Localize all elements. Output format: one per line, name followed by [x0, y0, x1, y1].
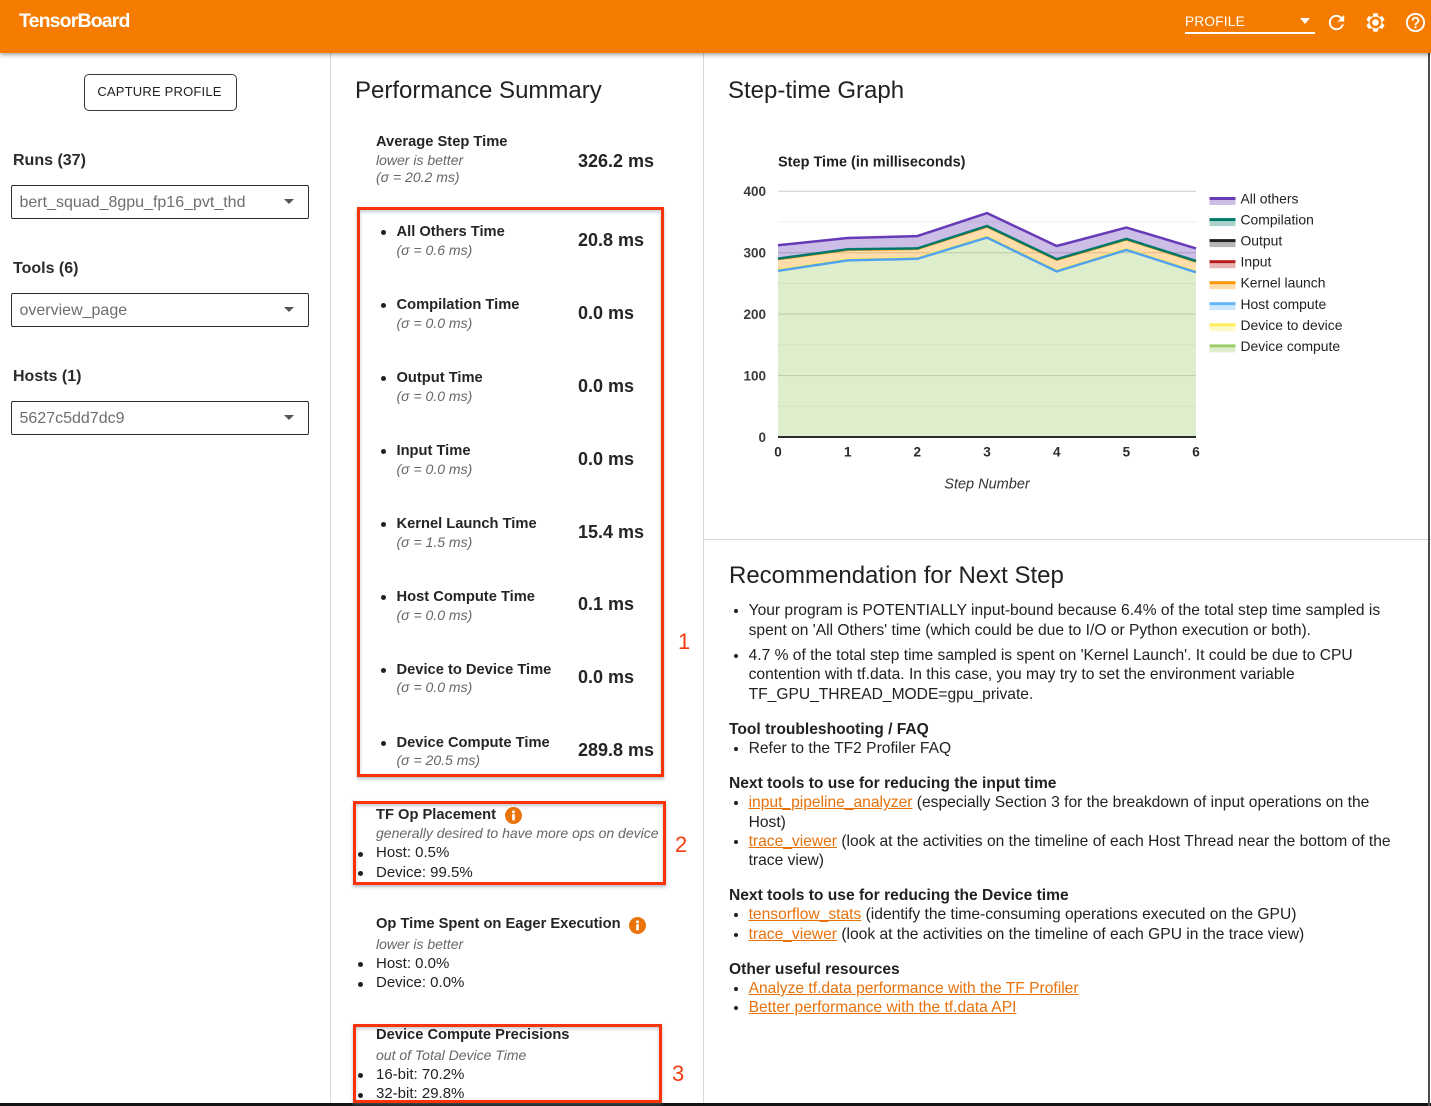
svg-text:3: 3 [983, 445, 991, 460]
svg-text:All others: All others [1241, 191, 1299, 207]
svg-text:200: 200 [743, 307, 766, 322]
svg-text:4: 4 [1053, 445, 1061, 460]
svg-text:0: 0 [774, 445, 782, 460]
svg-text:100: 100 [743, 368, 766, 383]
svg-text:Input: Input [1241, 254, 1272, 270]
svg-text:2: 2 [914, 445, 922, 460]
svg-text:Kernel launch: Kernel launch [1241, 275, 1326, 291]
svg-text:400: 400 [743, 184, 766, 199]
svg-text:Compilation: Compilation [1241, 212, 1314, 228]
svg-text:Device compute: Device compute [1241, 338, 1341, 354]
svg-text:Host compute: Host compute [1241, 296, 1327, 312]
svg-text:Step Time (in milliseconds): Step Time (in milliseconds) [778, 155, 966, 171]
svg-text:5: 5 [1123, 445, 1131, 460]
svg-text:6: 6 [1192, 445, 1200, 460]
svg-text:1: 1 [844, 445, 852, 460]
svg-text:Output: Output [1241, 233, 1283, 249]
svg-text:Step Number: Step Number [944, 477, 1031, 493]
svg-text:0: 0 [758, 430, 766, 445]
svg-text:Device to device: Device to device [1241, 317, 1343, 333]
svg-text:300: 300 [743, 246, 766, 261]
